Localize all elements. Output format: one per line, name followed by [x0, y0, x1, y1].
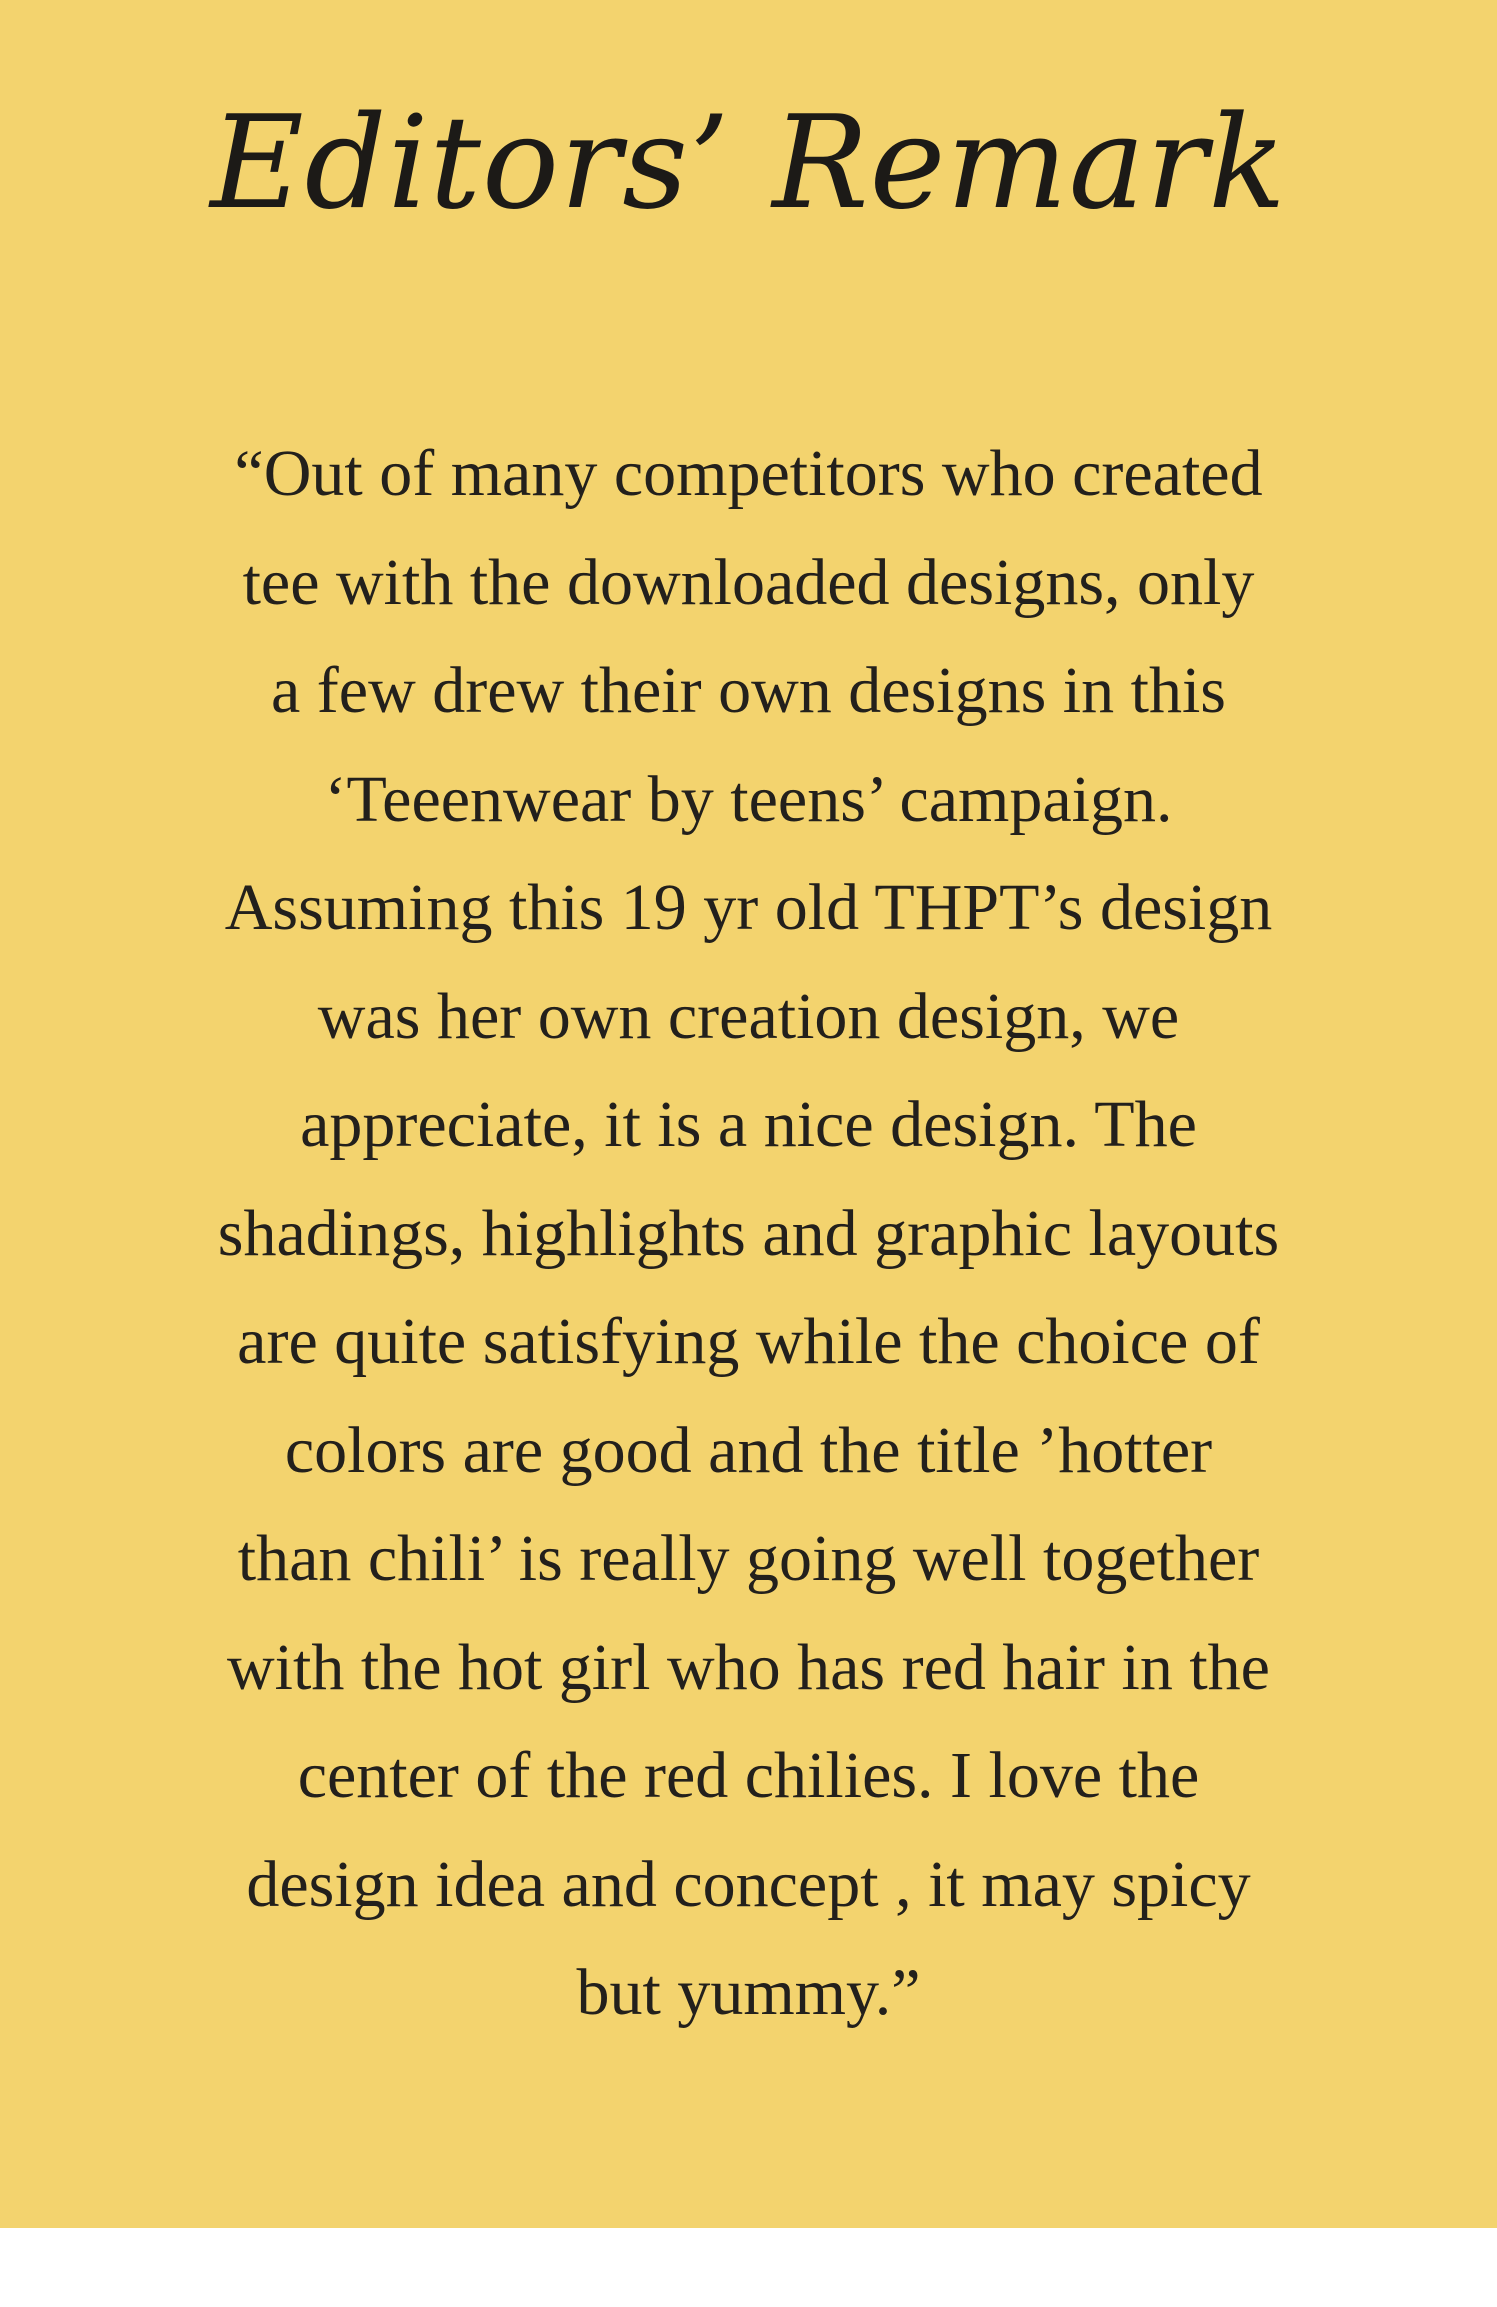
quote-line: with the hot girl who has red hair in th… — [227, 1630, 1270, 1704]
quote-line: was her own creation design, we — [317, 979, 1180, 1053]
remark-quote: “Out of many competitors who created tee… — [70, 420, 1427, 2048]
quote-line: appreciate, it is a nice design. The — [300, 1088, 1197, 1161]
quote-line: Assuming this 19 yr old THPT’s design — [224, 871, 1273, 944]
quote-line: than chili’ is really going well togethe… — [237, 1522, 1260, 1595]
quote-line: shadings, highlights and graphic layouts — [217, 1196, 1280, 1270]
quote-line: but yummy.” — [576, 1956, 921, 2029]
quote-line: design idea and concept , it may spicy — [246, 1847, 1251, 1921]
quote-line: colors are good and the title ’hotter — [284, 1413, 1213, 1487]
quote-line: are quite satisfying while the choice of — [237, 1305, 1260, 1378]
quote-line: a few drew their own designs in this — [271, 654, 1226, 727]
quote-line: ‘Teeenwear by teens’ campaign. — [324, 762, 1173, 836]
quote-line: “Out of many competitors who created — [234, 437, 1263, 510]
page-title: Editors’ Remark — [210, 89, 1287, 238]
quote-line: tee with the downloaded designs, only — [242, 545, 1255, 619]
quote-line: center of the red chilies. I love the — [297, 1739, 1200, 1812]
remark-panel: Editors’ Remark “Out of many competitors… — [0, 0, 1497, 2228]
